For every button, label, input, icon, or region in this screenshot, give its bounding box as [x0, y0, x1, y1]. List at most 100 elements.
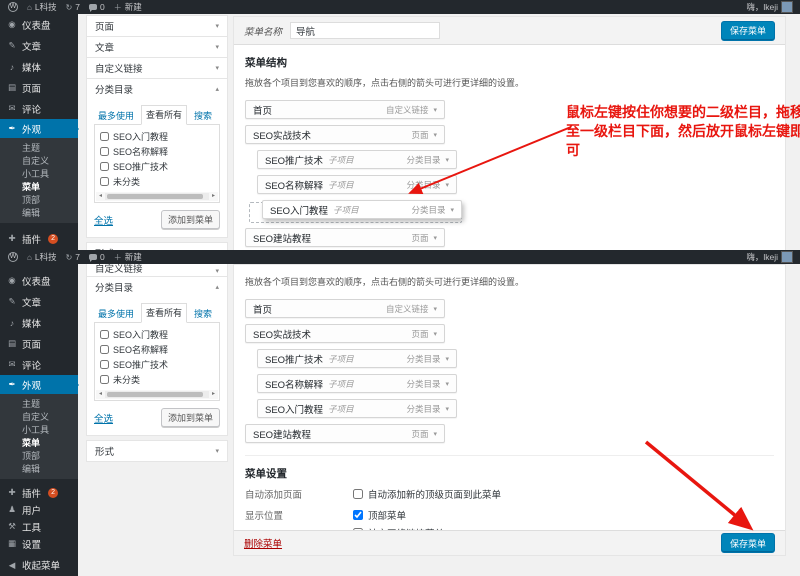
tab-search[interactable]: 搜索	[190, 305, 216, 323]
panel-categories-header[interactable]: 分类目录 ▴	[87, 277, 227, 297]
menu-name-input[interactable]	[290, 22, 441, 39]
menu-item-seo-promotion[interactable]: SEO推广技术 子项目 分类目录 ▾	[257, 349, 457, 368]
sidebar-item-tools[interactable]: ⚒ 工具	[0, 518, 78, 535]
category-checkbox[interactable]	[100, 147, 109, 156]
menu-item-seo-sitebuilding[interactable]: SEO建站教程 页面 ▾	[245, 424, 445, 443]
tab-most-used[interactable]: 最多使用	[94, 305, 138, 323]
auto-add-checkbox[interactable]	[353, 489, 363, 499]
save-menu-button[interactable]: 保存菜单	[720, 533, 775, 553]
horizontal-scrollbar[interactable]: ◂ ▸	[96, 390, 218, 399]
panel-custom-links-header[interactable]: 自定义链接 ▾	[87, 58, 227, 78]
panel-custom-links-header[interactable]: 自定义链接 ▾	[87, 264, 227, 276]
tab-search[interactable]: 搜索	[190, 107, 216, 125]
category-option[interactable]: SEO名称解释	[100, 343, 215, 356]
sidebar-item-settings[interactable]: ▦ 设置	[0, 535, 78, 552]
submenu-item-header[interactable]: 顶部	[0, 449, 78, 462]
submenu-item-widgets[interactable]: 小工具	[0, 423, 78, 436]
submenu-item-customize[interactable]: 自定义	[0, 410, 78, 423]
scrollbar-thumb[interactable]	[107, 194, 203, 199]
auto-add-option[interactable]: 自动添加新的顶级页面到此菜单	[353, 487, 501, 501]
chevron-down-icon[interactable]: ▾	[433, 131, 437, 139]
howdy-user-link[interactable]: 嗨，lkeji	[746, 1, 778, 13]
sidebar-item-dashboard[interactable]: ◉ 仪表盘	[0, 14, 78, 35]
category-checkbox[interactable]	[100, 162, 109, 171]
chevron-down-icon[interactable]: ▾	[433, 305, 437, 313]
updates-link[interactable]: ↻ 7	[66, 2, 80, 12]
menu-item-seo-intro-dragging[interactable]: SEO入门教程 子项目 分类目录 ▾	[262, 200, 462, 219]
submenu-item-editor[interactable]: 编辑	[0, 462, 78, 475]
scroll-right-icon[interactable]: ▸	[209, 390, 218, 399]
panel-categories-header[interactable]: 分类目录 ▴	[87, 79, 227, 99]
category-option[interactable]: 未分类	[100, 175, 215, 188]
panel-pages-header[interactable]: 页面 ▾	[87, 16, 227, 36]
chevron-down-icon[interactable]: ▾	[433, 430, 437, 438]
save-menu-button[interactable]: 保存菜单	[720, 20, 775, 41]
category-option[interactable]: SEO推广技术	[100, 160, 215, 173]
submenu-item-customize[interactable]: 自定义	[0, 154, 78, 167]
select-all-link[interactable]: 全选	[94, 213, 113, 227]
chevron-down-icon[interactable]: ▾	[433, 234, 437, 242]
chevron-down-icon[interactable]: ▾	[450, 206, 454, 214]
chevron-down-icon[interactable]: ▾	[445, 181, 449, 189]
menu-item-seo-glossary[interactable]: SEO名称解释 子项目 分类目录 ▾	[257, 374, 457, 393]
panel-format-header[interactable]: 形式▾	[87, 243, 227, 250]
submenu-item-widgets[interactable]: 小工具	[0, 167, 78, 180]
wordpress-logo-menu[interactable]: W	[8, 2, 18, 12]
menu-item-seo-practice[interactable]: SEO实战技术 页面 ▾	[245, 125, 445, 144]
chevron-down-icon[interactable]: ▾	[445, 380, 449, 388]
updates-link[interactable]: ↻ 7	[66, 252, 80, 262]
category-option[interactable]: SEO名称解释	[100, 145, 215, 158]
chevron-down-icon[interactable]: ▾	[433, 330, 437, 338]
site-name-link[interactable]: ⌂ L科技	[27, 1, 57, 13]
site-name-link[interactable]: ⌂ L科技	[27, 251, 57, 263]
category-checkbox[interactable]	[100, 177, 109, 186]
category-checkbox[interactable]	[100, 345, 109, 354]
sidebar-item-plugins[interactable]: ✚ 插件 2	[0, 228, 78, 249]
primary-menu-checkbox[interactable]	[353, 510, 363, 520]
submenu-item-themes[interactable]: 主题	[0, 397, 78, 410]
panel-format-header[interactable]: 形式▾	[87, 441, 227, 461]
tab-most-used[interactable]: 最多使用	[94, 107, 138, 125]
wordpress-logo-menu[interactable]: W	[8, 252, 18, 262]
category-checkbox[interactable]	[100, 330, 109, 339]
category-checkbox[interactable]	[100, 132, 109, 141]
category-option[interactable]: SEO入门教程	[100, 130, 215, 143]
submenu-item-menus[interactable]: 菜单	[0, 180, 78, 193]
submenu-item-themes[interactable]: 主题	[0, 141, 78, 154]
sidebar-item-dashboard[interactable]: ◉ 仪表盘	[0, 270, 78, 291]
category-checkbox[interactable]	[100, 375, 109, 384]
menu-item-home[interactable]: 首页 自定义链接 ▾	[245, 100, 445, 119]
scrollbar-track[interactable]	[105, 193, 209, 200]
chevron-down-icon[interactable]: ▾	[445, 156, 449, 164]
scroll-right-icon[interactable]: ▸	[209, 192, 218, 201]
submenu-item-header[interactable]: 顶部	[0, 193, 78, 206]
select-all-link[interactable]: 全选	[94, 411, 113, 425]
scroll-left-icon[interactable]: ◂	[96, 192, 105, 201]
sidebar-item-pages[interactable]: ▤ 页面	[0, 77, 78, 98]
category-option[interactable]: SEO推广技术	[100, 358, 215, 371]
category-option[interactable]: 未分类	[100, 373, 215, 386]
chevron-down-icon[interactable]: ▾	[445, 355, 449, 363]
menu-item-home[interactable]: 首页 自定义链接 ▾	[245, 299, 445, 318]
chevron-down-icon[interactable]: ▾	[445, 405, 449, 413]
tab-view-all[interactable]: 查看所有	[141, 105, 188, 125]
chevron-down-icon[interactable]: ▾	[433, 106, 437, 114]
comments-link[interactable]: 0	[89, 252, 105, 262]
avatar[interactable]	[781, 1, 793, 13]
scrollbar-thumb[interactable]	[107, 392, 203, 397]
sidebar-item-collapse-menu[interactable]: ◀ 收起菜单	[0, 557, 78, 573]
category-option[interactable]: SEO入门教程	[100, 328, 215, 341]
sidebar-item-users[interactable]: ♟用户	[0, 501, 78, 518]
sidebar-item-comments[interactable]: ✉ 评论	[0, 354, 78, 375]
avatar[interactable]	[781, 251, 793, 263]
sidebar-item-appearance[interactable]: ✒ 外观	[0, 119, 79, 138]
add-to-menu-button[interactable]: 添加到菜单	[160, 210, 220, 229]
sidebar-item-posts[interactable]: ✎ 文章	[0, 35, 78, 56]
sidebar-item-plugins[interactable]: ✚ 插件 2	[0, 484, 78, 501]
submenu-item-menus[interactable]: 菜单	[0, 436, 78, 449]
scroll-left-icon[interactable]: ◂	[96, 390, 105, 399]
sidebar-item-comments[interactable]: ✉ 评论	[0, 98, 78, 119]
menu-item-seo-sitebuilding[interactable]: SEO建站教程 页面 ▾	[245, 228, 445, 247]
menu-item-seo-practice[interactable]: SEO实战技术 页面 ▾	[245, 324, 445, 343]
sidebar-item-media[interactable]: ♪ 媒体	[0, 56, 78, 77]
